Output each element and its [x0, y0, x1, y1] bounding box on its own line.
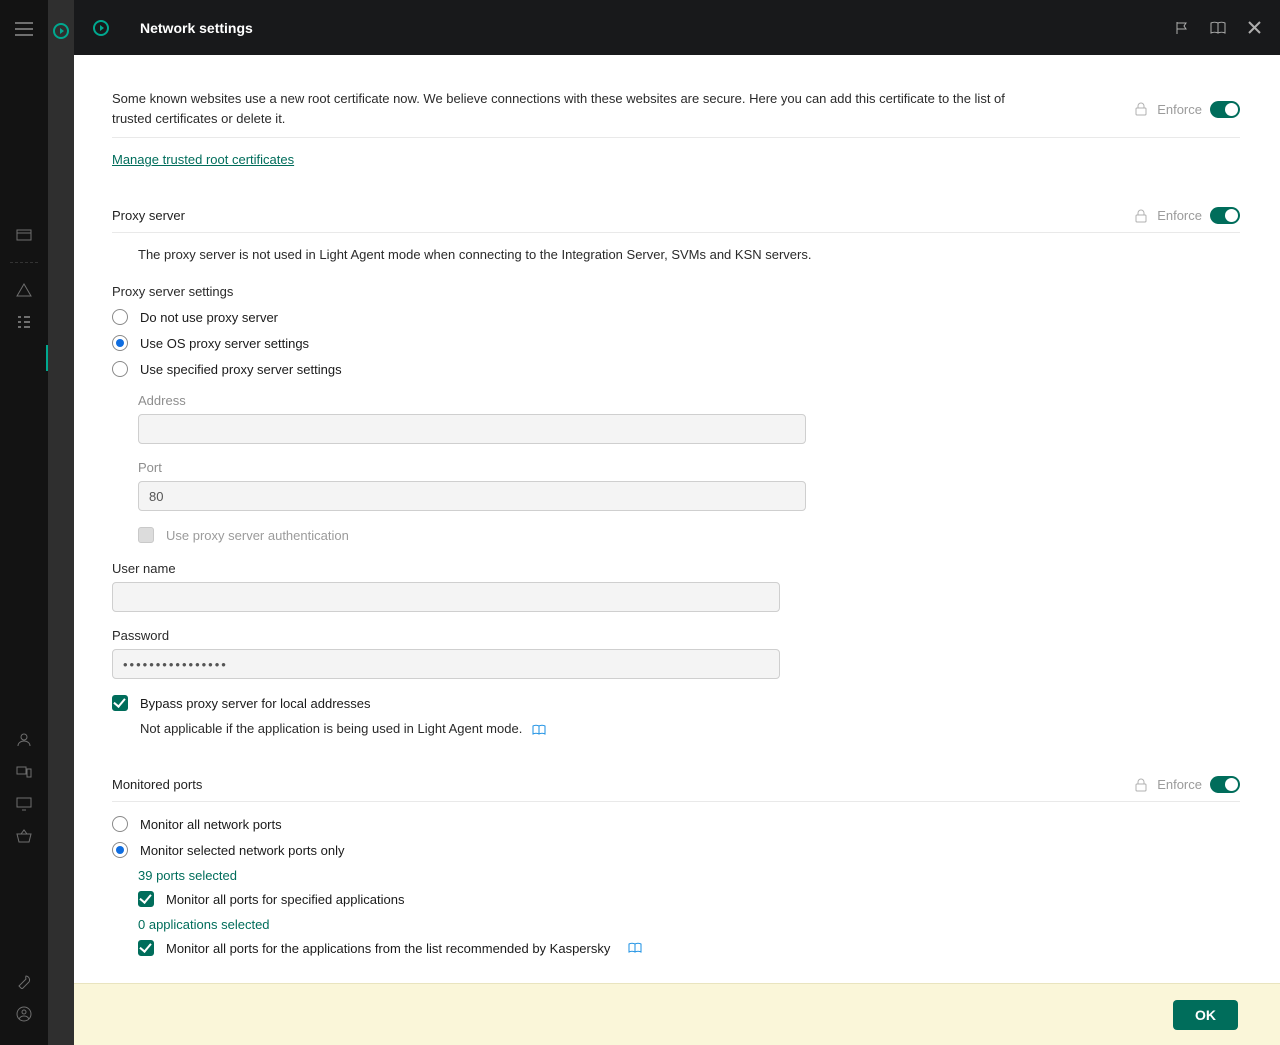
proxy-address-input[interactable] [138, 414, 806, 444]
radio-monitor-all-ports[interactable]: Monitor all network ports [112, 816, 1240, 832]
hamburger-menu-icon[interactable] [15, 20, 33, 38]
radio-label: Use OS proxy server settings [140, 336, 309, 351]
window-icon[interactable] [15, 226, 33, 244]
ports-title: Monitored ports [112, 777, 202, 792]
lock-icon [1135, 102, 1149, 116]
radio-do-not-use-proxy[interactable]: Do not use proxy server [112, 309, 1240, 325]
proxy-title: Proxy server [112, 208, 185, 223]
apps-selected-link[interactable]: 0 applications selected [138, 917, 270, 932]
help-book-icon[interactable] [532, 724, 546, 736]
bypass-note: Not applicable if the application is bei… [140, 721, 522, 736]
proxy-username-input[interactable] [112, 582, 780, 612]
user-icon[interactable] [15, 731, 33, 749]
proxy-port-input[interactable] [138, 481, 806, 511]
monitor-apps-label: Monitor all ports for specified applicat… [166, 892, 404, 907]
radio-icon [112, 309, 128, 325]
monitor-apps-checkbox[interactable]: Monitor all ports for specified applicat… [138, 891, 1240, 907]
ports-enforce-toggle[interactable] [1210, 776, 1240, 793]
proxy-section-head: Proxy server Enforce [112, 207, 1240, 233]
alert-icon[interactable] [15, 281, 33, 299]
flag-icon[interactable] [1174, 20, 1190, 36]
devices-icon[interactable] [15, 763, 33, 781]
checkbox-icon [138, 940, 154, 956]
rail-separator [10, 262, 39, 263]
radio-label: Do not use proxy server [140, 310, 278, 325]
port-label: Port [138, 460, 1240, 475]
modal-header: Network settings [74, 0, 1280, 55]
bypass-local-label: Bypass proxy server for local addresses [140, 696, 370, 711]
enforce-label: Enforce [1157, 208, 1202, 223]
radio-icon [112, 335, 128, 351]
account-circle-icon[interactable] [15, 1005, 33, 1023]
radio-icon [112, 816, 128, 832]
proxy-enforce-toggle[interactable] [1210, 207, 1240, 224]
radio-monitor-selected-ports[interactable]: Monitor selected network ports only [112, 842, 1240, 858]
proxy-auth-label: Use proxy server authentication [166, 528, 349, 543]
username-label: User name [112, 561, 1240, 576]
settings-modal: Network settings Some known websites use… [74, 0, 1280, 1045]
checkbox-icon [138, 527, 154, 543]
monitor-recommended-checkbox[interactable]: Monitor all ports for the applications f… [138, 940, 1240, 956]
list-icon[interactable] [15, 313, 33, 331]
ports-selected-link[interactable]: 39 ports selected [138, 868, 237, 883]
lock-icon [1135, 778, 1149, 792]
monitor-recommended-label: Monitor all ports for the applications f… [166, 941, 610, 956]
address-label: Address [138, 393, 1240, 408]
manage-certificates-link[interactable]: Manage trusted root certificates [112, 152, 294, 167]
app-left-rail [0, 0, 48, 1045]
enforce-label: Enforce [1157, 102, 1202, 117]
background-panel [48, 0, 74, 1045]
lock-icon [1135, 209, 1149, 223]
proxy-mode-note: The proxy server is not used in Light Ag… [138, 247, 1240, 262]
radio-icon [112, 842, 128, 858]
radio-use-os-proxy[interactable]: Use OS proxy server settings [112, 335, 1240, 351]
certificates-section-head: Some known websites use a new root certi… [112, 89, 1240, 138]
help-book-icon[interactable] [628, 942, 642, 954]
proxy-auth-checkbox[interactable]: Use proxy server authentication [138, 527, 1240, 543]
certificates-description: Some known websites use a new root certi… [112, 89, 1042, 129]
checkbox-icon [112, 695, 128, 711]
proxy-password-input[interactable] [112, 649, 780, 679]
checkbox-icon [138, 891, 154, 907]
ok-button[interactable]: OK [1173, 1000, 1238, 1030]
radio-use-specified-proxy[interactable]: Use specified proxy server settings [112, 361, 1240, 377]
password-label: Password [112, 628, 1240, 643]
radio-label: Use specified proxy server settings [140, 362, 342, 377]
enforce-label: Enforce [1157, 777, 1202, 792]
close-icon[interactable] [1246, 20, 1262, 36]
page-title: Network settings [140, 20, 253, 36]
certificates-enforce-toggle[interactable] [1210, 101, 1240, 118]
help-book-icon[interactable] [1210, 20, 1226, 36]
radio-icon [112, 361, 128, 377]
ports-section-head: Monitored ports Enforce [112, 776, 1240, 802]
app-logo-icon [48, 18, 74, 44]
radio-label: Monitor all network ports [140, 817, 282, 832]
header-app-icon [92, 19, 110, 37]
wrench-icon[interactable] [15, 973, 33, 991]
modal-body: Some known websites use a new root certi… [74, 55, 1280, 1045]
basket-icon[interactable] [15, 827, 33, 845]
proxy-settings-label: Proxy server settings [112, 284, 1240, 299]
bypass-local-checkbox[interactable]: Bypass proxy server for local addresses [112, 695, 1240, 711]
radio-label: Monitor selected network ports only [140, 843, 344, 858]
modal-footer: OK [74, 983, 1280, 1045]
monitor-icon[interactable] [15, 795, 33, 813]
